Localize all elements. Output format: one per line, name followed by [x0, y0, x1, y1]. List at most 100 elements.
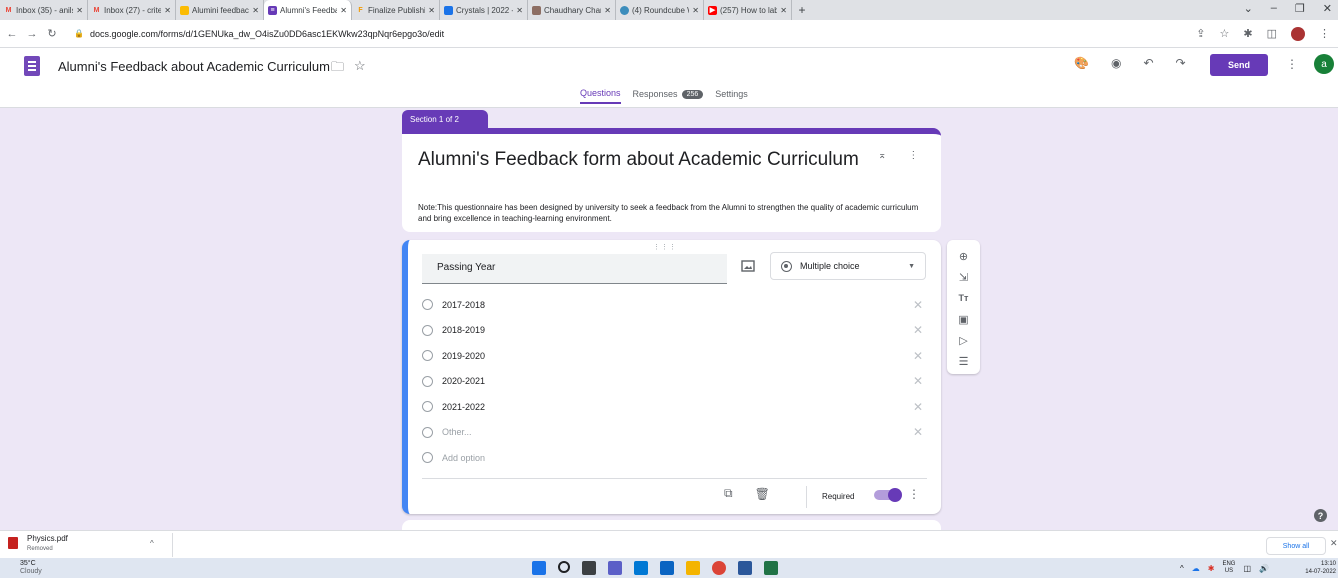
- form-description[interactable]: Note:This questionnaire has been designe…: [418, 202, 926, 224]
- language-indicator[interactable]: ENG US: [1222, 561, 1235, 575]
- forward-icon[interactable]: →: [24, 28, 40, 40]
- send-button[interactable]: Send: [1210, 54, 1268, 76]
- form-title[interactable]: Alumni's Feedback about Academic Curricu…: [58, 59, 330, 74]
- required-toggle[interactable]: [874, 488, 902, 502]
- remove-option-icon[interactable]: ✕: [913, 349, 923, 363]
- question-title-input[interactable]: Passing Year: [422, 254, 727, 284]
- duplicate-icon[interactable]: ⧉: [724, 486, 733, 501]
- undo-icon[interactable]: ↶: [1143, 56, 1153, 70]
- restore-icon[interactable]: ❐: [1295, 2, 1305, 15]
- close-tab-icon[interactable]: ✕: [252, 6, 259, 15]
- reload-icon[interactable]: ↻: [44, 27, 60, 40]
- tab-questions[interactable]: Questions: [580, 88, 621, 104]
- browser-tab[interactable]: MInbox (35) - anilsaciitb✕: [0, 0, 88, 20]
- delete-icon[interactable]: 🗑: [755, 487, 770, 501]
- new-tab-button[interactable]: +: [792, 3, 812, 17]
- browser-tab[interactable]: MInbox (27) - criterion1✕: [88, 0, 176, 20]
- browser-tab[interactable]: Crystals | 2022 - Brow✕: [440, 0, 528, 20]
- option-item[interactable]: 2018-2019 ✕: [422, 318, 927, 344]
- option-item[interactable]: 2019-2020 ✕: [422, 343, 927, 369]
- option-item[interactable]: 2021-2022 ✕: [422, 394, 927, 420]
- volume-icon[interactable]: 🔊: [1259, 564, 1269, 573]
- browser-tab-active[interactable]: ≡Alumni's Feedback ab✕: [264, 0, 352, 20]
- import-questions-icon[interactable]: ⇲: [947, 267, 980, 287]
- avatar[interactable]: a: [1314, 54, 1334, 74]
- weather-widget[interactable]: 35°C Cloudy: [20, 560, 42, 576]
- browser-tab[interactable]: ▶(257) How to label x a✕: [704, 0, 792, 20]
- add-title-icon[interactable]: Tт: [947, 288, 980, 308]
- close-tab-icon[interactable]: ✕: [516, 6, 523, 15]
- show-all-button[interactable]: Show all: [1266, 537, 1326, 555]
- tray-chevron-icon[interactable]: ^: [1180, 564, 1184, 573]
- remove-option-icon[interactable]: ✕: [913, 374, 923, 388]
- section-menu-icon[interactable]: ⋮: [908, 150, 918, 161]
- close-tab-icon[interactable]: ✕: [428, 6, 435, 15]
- minimize-icon[interactable]: –: [1271, 2, 1277, 15]
- chat-icon[interactable]: [608, 561, 622, 575]
- chrome-icon[interactable]: [712, 561, 726, 575]
- option-other[interactable]: Other... ✕: [422, 420, 927, 446]
- browser-tab[interactable]: (4) Roundcube Webm✕: [616, 0, 704, 20]
- file-explorer-icon[interactable]: [686, 561, 700, 575]
- download-filename[interactable]: Physics.pdf: [27, 534, 68, 543]
- close-tab-icon[interactable]: ✕: [604, 6, 611, 15]
- url-field[interactable]: 🔒 docs.google.com/forms/d/1GENUka_dw_O4i…: [74, 29, 444, 39]
- add-image-icon[interactable]: [741, 260, 755, 272]
- more-options-icon[interactable]: ⋮: [1286, 57, 1298, 71]
- option-item[interactable]: 2020-2021 ✕: [422, 369, 927, 395]
- share-icon[interactable]: ⇪: [1196, 27, 1205, 40]
- redo-icon[interactable]: ↷: [1176, 56, 1186, 70]
- side-panel-icon[interactable]: ◫: [1267, 27, 1277, 40]
- profile-avatar-icon[interactable]: [1291, 26, 1305, 41]
- tab-search-icon[interactable]: ⌄: [1244, 2, 1253, 15]
- close-tab-icon[interactable]: ✕: [340, 6, 347, 15]
- clock[interactable]: 13:10 14-07-2022: [1300, 560, 1336, 576]
- question-card[interactable]: ⋮⋮⋮ Passing Year Multiple choice ▼ 2017-…: [402, 240, 941, 514]
- option-item[interactable]: 2017-2018 ✕: [422, 292, 927, 318]
- tab-responses[interactable]: Responses 256: [633, 89, 704, 103]
- form-title-card[interactable]: Alumni's Feedback form about Academic Cu…: [402, 128, 941, 232]
- close-tab-icon[interactable]: ✕: [692, 6, 699, 15]
- tray-app-icon[interactable]: ✱: [1208, 564, 1215, 573]
- remove-option-icon[interactable]: ✕: [913, 298, 923, 312]
- browser-menu-icon[interactable]: ⋮: [1319, 27, 1330, 40]
- browser-tab[interactable]: Alumini feedback form✕: [176, 0, 264, 20]
- move-to-folder-icon[interactable]: 🗀: [331, 58, 344, 80]
- search-icon[interactable]: [558, 561, 570, 573]
- browser-tab[interactable]: Chaudhary Charan Sin✕: [528, 0, 616, 20]
- add-section-icon[interactable]: ☰: [947, 351, 980, 371]
- question-type-select[interactable]: Multiple choice ▼: [770, 252, 926, 280]
- close-tab-icon[interactable]: ✕: [164, 6, 171, 15]
- add-option[interactable]: Add option: [422, 445, 927, 471]
- remove-option-icon[interactable]: ✕: [913, 425, 923, 439]
- extensions-icon[interactable]: ✱: [1243, 27, 1252, 40]
- close-window-icon[interactable]: ✕: [1323, 2, 1332, 15]
- chevron-up-icon[interactable]: ^: [150, 539, 154, 548]
- question-more-icon[interactable]: ⋮: [908, 487, 920, 501]
- add-image-icon[interactable]: ▣: [947, 309, 980, 329]
- store-icon[interactable]: [634, 561, 648, 575]
- close-tab-icon[interactable]: ✕: [76, 6, 83, 15]
- drag-handle-icon[interactable]: ⋮⋮⋮: [653, 243, 677, 251]
- start-icon[interactable]: [532, 561, 546, 575]
- help-icon[interactable]: ?: [1314, 509, 1327, 522]
- remove-option-icon[interactable]: ✕: [913, 323, 923, 337]
- add-question-icon[interactable]: ⊕: [947, 246, 980, 266]
- palette-icon[interactable]: 🎨: [1074, 56, 1089, 70]
- bookmark-star-icon[interactable]: ☆: [1220, 27, 1230, 40]
- form-heading[interactable]: Alumni's Feedback form about Academic Cu…: [418, 148, 878, 172]
- preview-eye-icon[interactable]: ◉: [1111, 56, 1121, 70]
- task-view-icon[interactable]: [582, 561, 596, 575]
- remove-option-icon[interactable]: ✕: [913, 400, 923, 414]
- close-shelf-icon[interactable]: ✕: [1330, 538, 1338, 549]
- collapse-section-icon[interactable]: ⌅: [878, 150, 886, 161]
- add-video-icon[interactable]: ▷: [947, 330, 980, 350]
- star-icon[interactable]: ☆: [354, 58, 366, 80]
- tab-settings[interactable]: Settings: [715, 89, 748, 103]
- back-icon[interactable]: ←: [4, 28, 20, 40]
- google-forms-logo-icon[interactable]: [24, 56, 40, 76]
- mail-icon[interactable]: [660, 561, 674, 575]
- browser-tab[interactable]: FFinalize Publishing you✕: [352, 0, 440, 20]
- network-icon[interactable]: ◫: [1243, 564, 1251, 573]
- excel-icon[interactable]: [764, 561, 778, 575]
